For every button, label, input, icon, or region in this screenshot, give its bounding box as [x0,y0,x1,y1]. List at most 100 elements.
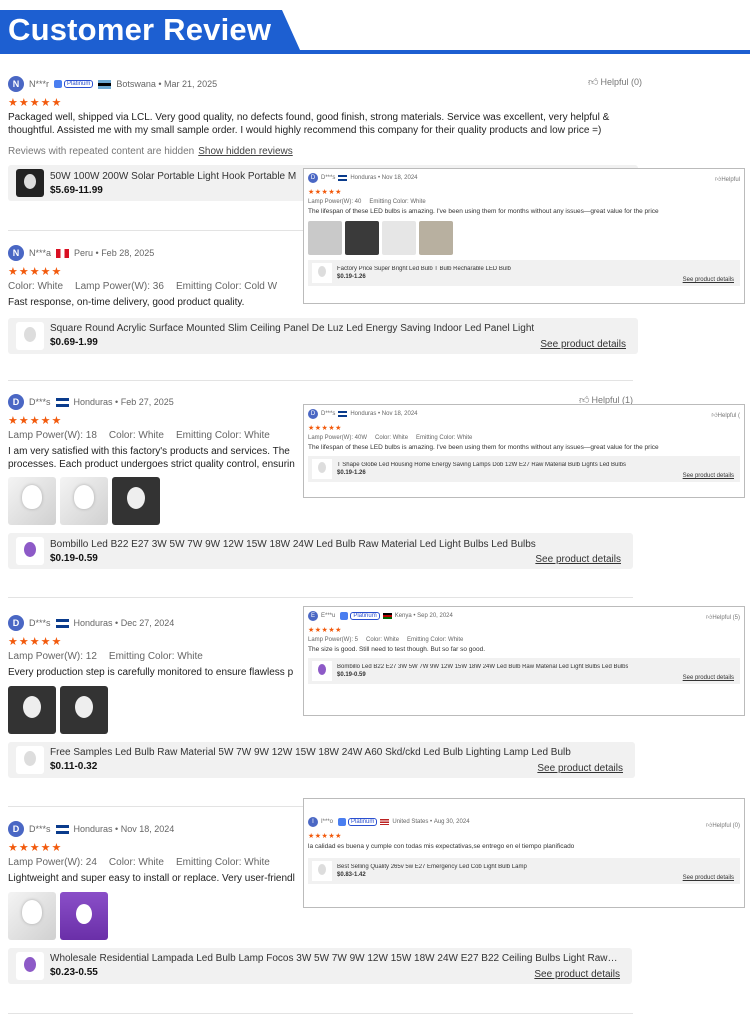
product-card[interactable]: Best Selling Quality 265v 5w E27 Emergen… [308,858,740,884]
divider [8,597,633,598]
product-card[interactable]: Square Round Acrylic Surface Mounted Sli… [8,317,638,354]
platinum-badge-icon [54,80,63,88]
review-attributes: Lamp Power(W): 40W Color: White Emitting C… [308,435,473,441]
product-price: $5.69-11.99 [50,184,103,196]
rating-stars: ★★★★★ [308,189,342,196]
avatar: D [8,821,24,837]
review-text: la calidad es buena y cumple con todas m… [308,843,575,850]
review-text: The lifespan of these LED bulbs is amazi… [308,208,659,215]
helpful-button[interactable]: 👍︎Helpful (5) [706,613,740,621]
rating-stars: ★★★★★ [308,627,342,634]
see-product-details-link[interactable]: See product details [683,875,734,881]
reviewer-country: Honduras [73,824,113,834]
reviewer-country: Honduras [73,618,113,628]
product-price: $0.11-0.32 [50,761,98,772]
review-date: Feb 28, 2025 [101,248,155,258]
review-photo[interactable] [60,685,108,734]
product-card[interactable]: Wholesale Residential Lampada Led Bulb L… [8,947,632,984]
review-overlay: D D***s Honduras • Nov 18, 2024 👍︎Helpful … [303,168,745,304]
header-underline [0,50,750,54]
review-photo[interactable] [308,221,342,255]
product-image [16,537,44,565]
reviewer-country: Honduras [73,397,113,407]
review-text: Packaged well, shipped via LCL. Very goo… [8,112,610,136]
product-card[interactable]: Free Samples Led Bulb Raw Material 5W 7W… [8,741,635,778]
review-attributes: Lamp Power(W): 5 Color: White Emitting Col… [308,637,464,643]
review-date: Sep 20, 2024 [417,613,453,619]
see-product-details-link[interactable]: See product details [535,554,621,565]
flag-icon [55,618,69,628]
product-price: $0.69-1.99 [50,337,98,348]
see-product-details-link[interactable]: See product details [534,969,620,980]
reviewer-country: United States [392,819,429,825]
product-price: $0.19-1.26 [337,470,366,476]
helpful-button[interactable]: 👍︎Helpful (0) [706,821,740,829]
avatar: D [8,615,24,631]
product-price: $0.19-1.26 [337,274,366,280]
product-image [312,861,332,881]
avatar: D [308,173,318,183]
review-date: Nov 18, 2024 [381,411,418,417]
helpful-button[interactable]: 👍︎Helpful [715,175,740,183]
review-overlay: E E***u Platinum Kenya • Sep 20, 2024 👍︎Hel… [303,606,745,716]
avatar: N [8,76,24,92]
review-photo[interactable] [60,891,108,940]
see-product-details-link[interactable]: See product details [537,763,623,774]
reviewer-name: N***a [29,248,52,258]
product-price: $0.83-1.42 [337,872,366,878]
flag-icon [55,824,69,834]
review-photo[interactable] [8,891,56,940]
product-name: Free Samples Led Bulb Raw Material 5W 7W… [50,747,571,758]
product-image [16,321,44,350]
review-date: Dec 27, 2024 [120,618,175,628]
divider [8,380,633,381]
review-photo[interactable] [8,477,56,525]
product-card[interactable]: Bombillo Led B22 E27 3W 5W 7W 9W 12W 15W… [8,533,633,569]
show-hidden-reviews-link[interactable]: Show hidden reviews [198,146,293,157]
flag-icon [55,397,69,407]
review-date: Nov 18, 2024 [381,175,418,181]
see-product-details-link[interactable]: See product details [540,339,626,350]
flag-icon [380,819,390,825]
review-photo[interactable] [60,477,108,525]
product-name: Square Round Acrylic Surface Mounted Sli… [50,323,535,334]
review-meta: N N***r Platinum Botswana • Mar 21, 2025 [8,76,638,92]
product-image [312,263,332,283]
review-text: The lifespan of these LED bulbs is amazi… [308,444,659,451]
avatar: N [8,245,24,261]
product-price: $0.19-0.59 [50,552,98,564]
product-name: Wholesale Residential Lampada Led Bulb L… [50,953,620,964]
review-attributes: Lamp Power(W): 40 Emitting Color: White [308,199,426,205]
avatar: I [308,817,318,827]
review-photo[interactable] [8,685,56,734]
product-image [312,661,332,681]
review-overlay: I I***o Platinum United States • Aug 30, 20… [303,798,745,908]
avatar: D [8,394,24,410]
product-name: T Shape Globe Led Housing Home Energy Sa… [337,462,627,468]
flag-icon [338,175,348,181]
review-photo[interactable] [112,477,160,525]
product-card[interactable]: Bombillo Led B22 E27 3W 5W 7W 9W 12W 15W… [308,658,740,684]
hidden-notice: Reviews with repeated content are hidden… [8,146,293,157]
platinum-badge: Platinum [340,612,380,620]
review-text: The size is good. Still need to test tho… [308,646,486,653]
helpful-button[interactable]: 👍︎Helpful ( [711,411,740,419]
review-photo[interactable] [345,221,379,255]
review-date: Feb 27, 2025 [120,397,174,407]
review-photo[interactable] [382,221,416,255]
reviewer-name: D***s [321,175,336,181]
product-card[interactable]: Factory Price Super Bright Led Bulb T Bu… [308,260,740,286]
see-product-details-link[interactable]: See product details [683,473,734,479]
review-photo[interactable] [419,221,453,255]
rating-stars: ★★★★★ [308,425,342,432]
product-card[interactable]: T Shape Globe Led Housing Home Energy Sa… [308,456,740,482]
reviewer-country: Peru [74,248,94,258]
helpful-button[interactable]: 👍︎Helpful (0) [588,76,642,88]
flag-icon [98,79,112,89]
review-date: Mar 21, 2025 [164,79,218,89]
product-image [16,745,44,774]
divider [8,1013,633,1014]
see-product-details-link[interactable]: See product details [683,277,734,283]
see-product-details-link[interactable]: See product details [683,675,734,681]
review-text: I am very satisfied with this factory's … [8,446,295,470]
